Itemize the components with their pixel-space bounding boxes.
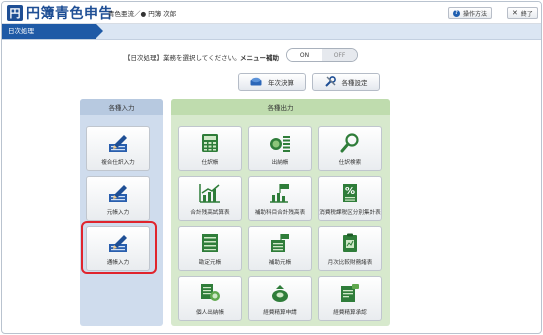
tile-label: 月次比較財務諸表: [327, 260, 373, 266]
monthly-comparison-button[interactable]: 月次比較財務諸表: [318, 226, 382, 271]
app-window: 円 円簿青色申告 青色亜流／● 円簿 次郎 ? 操作方法 ✕ 終了 日次処理 【…: [1, 1, 542, 334]
person-coins-icon: [199, 282, 221, 304]
flag-chart-icon: [269, 182, 291, 204]
menu-help-label: メニュー補助: [240, 54, 279, 62]
bar-chart-icon: [199, 182, 221, 204]
input-panel-title: 各種入力: [80, 99, 163, 115]
close-button[interactable]: ✕ 終了: [507, 7, 538, 19]
expense-claim-request-button[interactable]: 経費精算申請: [248, 276, 312, 321]
help-button-label: 操作方法: [463, 10, 488, 18]
calculator-icon: [200, 132, 220, 154]
tools-icon: [324, 75, 336, 89]
breadcrumb: 日次処理: [2, 24, 96, 39]
instruction-text: 【日次処理】業務を選択してください。: [124, 54, 241, 62]
app-header: 円 円簿青色申告 青色亜流／● 円簿 次郎 ? 操作方法 ✕ 終了: [2, 2, 541, 24]
flag-ledger-icon: [269, 232, 291, 254]
approve-doc-icon: [339, 282, 361, 304]
tile-label: 元帳入力: [106, 210, 130, 216]
pen-form-icon: [106, 132, 130, 154]
journal-search-button[interactable]: 仕訳検索: [318, 126, 382, 171]
app-title: 円簿青色申告: [26, 6, 113, 22]
personal-cash-book-button[interactable]: 個人出納帳: [178, 276, 242, 321]
tile-label: 合計残高試算表: [190, 210, 230, 216]
tile-label: 出納帳: [271, 160, 289, 166]
close-icon: ✕: [512, 9, 518, 17]
expense-claim-approval-button[interactable]: 経費精算承認: [318, 276, 382, 321]
cash-book-button[interactable]: 出納帳: [248, 126, 312, 171]
general-ledger-button[interactable]: 勘定元帳: [178, 226, 242, 271]
help-icon: ?: [453, 9, 460, 17]
sub-account-balance-button[interactable]: 補助科目合計残高表: [248, 176, 312, 221]
consumption-tax-summary-button[interactable]: % 消費税課税区分別集計表: [318, 176, 382, 221]
tile-label: 経費精算承認: [333, 310, 367, 316]
help-button[interactable]: ? 操作方法: [448, 7, 493, 19]
journal-book-button[interactable]: 仕訳帳: [178, 126, 242, 171]
tile-label: 仕訳検索: [338, 160, 362, 166]
tile-label: 仕訳帳: [201, 160, 219, 166]
percent-doc-icon: %: [340, 182, 360, 204]
toggle-off[interactable]: OFF: [322, 49, 357, 61]
logo-mark-icon: 円: [7, 5, 23, 21]
trial-balance-button[interactable]: 合計残高試算表: [178, 176, 242, 221]
tile-label: 補助科目合計残高表: [254, 210, 306, 216]
annual-closing-button[interactable]: 年次決算: [238, 73, 306, 91]
breadcrumb-arrow: [96, 24, 103, 38]
sub-ledger-button[interactable]: 補助元帳: [248, 226, 312, 271]
toggle-on[interactable]: ON: [287, 49, 322, 61]
selection-highlight: [81, 221, 157, 274]
settings-button[interactable]: 各種設定: [312, 73, 380, 91]
tile-label: 個人出納帳: [196, 310, 224, 316]
menu-help-toggle[interactable]: ON OFF: [286, 48, 358, 62]
pen-form-icon: [106, 182, 130, 204]
compound-journal-input-button[interactable]: 複合仕訳入力: [86, 126, 150, 171]
calendar-icon: [250, 77, 262, 88]
tile-label: 複合仕訳入力: [101, 160, 135, 166]
annual-closing-label: 年次決算: [268, 79, 294, 87]
money-bag-icon: [269, 282, 291, 304]
output-panel-title: 各種出力: [171, 99, 390, 115]
coins-icon: [268, 132, 292, 154]
tile-label: 経費精算申請: [263, 310, 297, 316]
app-logo: 円 円簿青色申告: [7, 4, 113, 22]
ledger-input-button[interactable]: 元帳入力: [86, 176, 150, 221]
tile-label: 勘定元帳: [198, 260, 222, 266]
tile-label: 消費税課税区分別集計表: [319, 210, 381, 216]
clipboard-icon: [341, 232, 359, 254]
close-button-label: 終了: [520, 10, 533, 18]
ledger-icon: [200, 232, 220, 254]
settings-label: 各種設定: [341, 79, 368, 87]
svg-text:%: %: [345, 186, 355, 197]
breadcrumb-bar: 日次処理: [2, 24, 541, 40]
magnifier-icon: [340, 132, 360, 154]
tile-label: 補助元帳: [268, 260, 292, 266]
user-info: 青色亜流／● 円簿 次郎: [108, 10, 177, 18]
